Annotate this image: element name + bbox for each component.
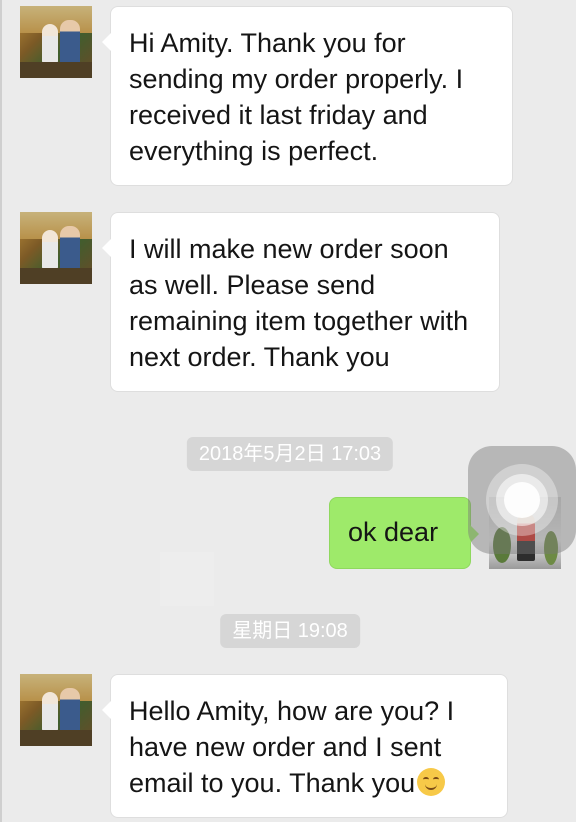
timestamp-label: 星期日 19:08 xyxy=(220,614,360,648)
outgoing-message-bubble[interactable]: ok dear xyxy=(329,497,479,569)
incoming-message-bubble[interactable]: Hi Amity. Thank you for sending my order… xyxy=(102,6,513,186)
contact-avatar[interactable] xyxy=(20,212,92,284)
assistive-touch-button[interactable] xyxy=(468,446,576,554)
timestamp-label: 2018年5月2日 17:03 xyxy=(186,437,394,471)
incoming-message-bubble[interactable]: Hello Amity, how are you? I have new ord… xyxy=(102,674,508,818)
message-text: Hello Amity, how are you? I have new ord… xyxy=(129,696,455,798)
contact-avatar[interactable] xyxy=(20,6,92,78)
smiling-face-icon xyxy=(417,768,446,796)
message-text: I will make new order soon as well. Plea… xyxy=(129,234,469,372)
incoming-message-bubble[interactable]: I will make new order soon as well. Plea… xyxy=(102,212,500,392)
overlay-artifact xyxy=(160,552,214,606)
message-text: ok dear xyxy=(348,517,439,547)
message-text: Hi Amity. Thank you for sending my order… xyxy=(129,28,464,166)
left-edge-divider xyxy=(0,0,2,822)
contact-avatar[interactable] xyxy=(20,674,92,746)
